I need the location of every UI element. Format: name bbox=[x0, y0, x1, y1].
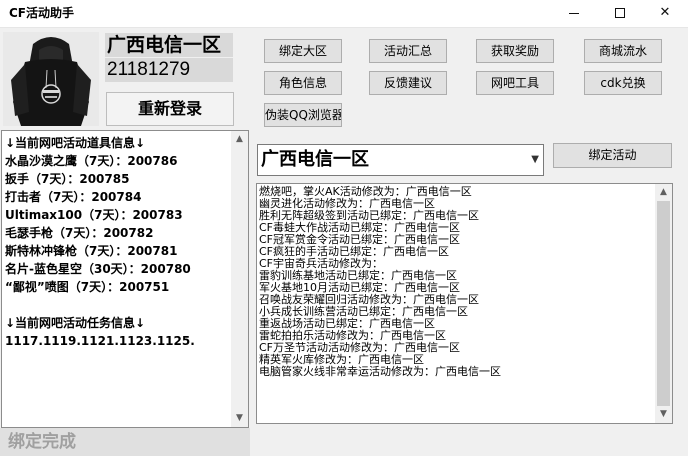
log-scrollbar[interactable]: ▲ ▼ bbox=[655, 184, 672, 423]
netcafe-tools-button[interactable]: 网吧工具 bbox=[476, 71, 554, 95]
info-line: 打击者（7天）：200784 bbox=[5, 190, 142, 204]
minimize-icon bbox=[569, 13, 579, 14]
info-line: Ultimax100（7天）：200783 bbox=[5, 208, 183, 222]
status-text: 绑定完成 bbox=[8, 432, 76, 452]
info-line: 名片-蓝色星空（30天）：200780 bbox=[5, 262, 191, 276]
title-bar: CF活动助手 ✕ bbox=[0, 0, 688, 28]
account-region-label: 广西电信一区 bbox=[105, 33, 233, 57]
avatar bbox=[3, 32, 99, 126]
log-line: 电脑管家火线非常幸运活动修改为：广西电信一区 bbox=[259, 365, 501, 378]
maximize-icon bbox=[615, 8, 625, 18]
info-line: ↓当前网吧活动道具信息↓ bbox=[5, 136, 146, 150]
status-bar: 绑定完成 bbox=[0, 428, 250, 456]
scroll-up-icon[interactable]: ▲ bbox=[231, 131, 248, 148]
region-select-value: 广西电信一区 bbox=[261, 149, 369, 170]
chevron-down-icon[interactable]: ▼ bbox=[531, 154, 539, 165]
get-rewards-button[interactable]: 获取奖励 bbox=[476, 39, 554, 63]
info-line: 斯特林冲锋枪（7天）：200781 bbox=[5, 244, 178, 258]
close-icon: ✕ bbox=[659, 5, 671, 20]
scroll-down-icon[interactable]: ▼ bbox=[231, 410, 248, 427]
info-line: 1117.1119.1121.1123.1125. bbox=[5, 334, 195, 348]
avatar-hoodie-image bbox=[3, 32, 99, 126]
relogin-button[interactable]: 重新登录 bbox=[106, 92, 234, 126]
bind-activity-button[interactable]: 绑定活动 bbox=[553, 143, 672, 168]
bind-region-button[interactable]: 绑定大区 bbox=[264, 39, 342, 63]
window-title: CF活动助手 bbox=[9, 6, 75, 20]
cdk-redeem-button[interactable]: cdk兑换 bbox=[584, 71, 662, 95]
close-button[interactable]: ✕ bbox=[642, 0, 688, 28]
activity-log[interactable]: 燃烧吧，掌火AK活动修改为：广西电信一区 幽灵进化活动修改为：广西电信一区 胜利… bbox=[256, 183, 673, 424]
info-line: 扳手（7天）：200785 bbox=[5, 172, 130, 186]
info-panel-scrollbar[interactable]: ▲ ▼ bbox=[231, 131, 248, 427]
info-line: 水晶沙漠之鹰（7天）：200786 bbox=[5, 154, 178, 168]
mall-flow-button[interactable]: 商城流水 bbox=[584, 39, 662, 63]
fake-qq-browser-button[interactable]: 伪装QQ浏览器 bbox=[264, 103, 342, 127]
info-line: 毛瑟手枪（7天）：200782 bbox=[5, 226, 154, 240]
info-line: ↓当前网吧活动任务信息↓ bbox=[5, 316, 146, 330]
region-select[interactable]: 广西电信一区 ▼ bbox=[257, 144, 544, 176]
maximize-button[interactable] bbox=[597, 0, 643, 28]
account-id-label: 21181279 bbox=[105, 58, 233, 82]
netcafe-info-panel[interactable]: ↓当前网吧活动道具信息↓ 水晶沙漠之鹰（7天）：200786 扳手（7天）：20… bbox=[1, 130, 249, 428]
role-info-button[interactable]: 角色信息 bbox=[264, 71, 342, 95]
scroll-up-icon[interactable]: ▲ bbox=[655, 184, 672, 201]
log-scroll-thumb[interactable] bbox=[657, 201, 670, 406]
activity-summary-button[interactable]: 活动汇总 bbox=[369, 39, 447, 63]
info-line: “鄙视”喷图（7天）：200751 bbox=[5, 280, 170, 294]
minimize-button[interactable] bbox=[551, 0, 597, 28]
feedback-button[interactable]: 反馈建议 bbox=[369, 71, 447, 95]
scroll-down-icon[interactable]: ▼ bbox=[655, 406, 672, 423]
